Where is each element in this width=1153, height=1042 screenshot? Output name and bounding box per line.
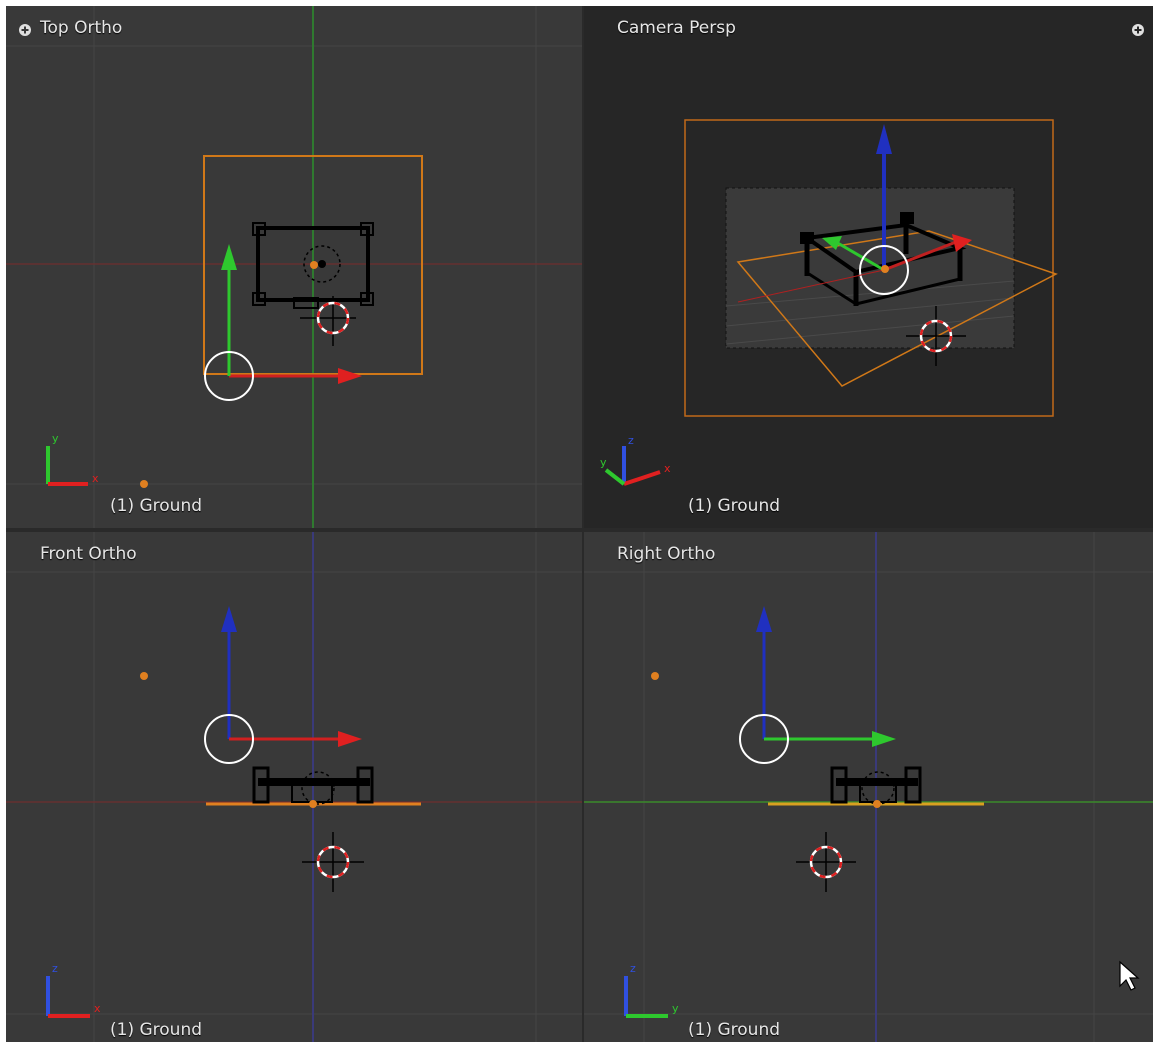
- light-object[interactable]: [140, 672, 148, 680]
- object-origin[interactable]: [310, 261, 318, 269]
- viewport-title: Camera Persp: [617, 18, 736, 38]
- axis-label-x: x: [664, 462, 671, 475]
- viewport-title: Front Ortho: [40, 544, 137, 564]
- axis-label-y: y: [672, 1002, 679, 1015]
- viewport-top-ortho[interactable]: y x Top Ortho (1) Ground: [6, 6, 582, 528]
- axis-label-z: z: [52, 962, 58, 975]
- axis-label-z: z: [628, 434, 634, 447]
- viewport-front-ortho[interactable]: z x Front Ortho (1) Ground: [6, 532, 582, 1042]
- object-origin[interactable]: [881, 265, 889, 273]
- viewport-footer: (1) Ground: [688, 496, 781, 516]
- viewport-canvas[interactable]: z x: [6, 532, 582, 1042]
- viewport-area: y x Top Ortho (1) Ground z y x Camera Pe…: [6, 6, 1153, 1042]
- 3d-cursor-icon[interactable]: [302, 832, 364, 892]
- light-object[interactable]: [140, 480, 148, 488]
- object-origin[interactable]: [309, 800, 317, 808]
- viewport-title: Right Ortho: [617, 544, 716, 564]
- axis-gizmo-icon: z y x: [600, 434, 671, 486]
- axis-gizmo-icon: y x: [46, 432, 99, 486]
- axis-label-y: y: [600, 456, 607, 469]
- axis-label-y: y: [52, 432, 59, 445]
- light-object[interactable]: [651, 672, 659, 680]
- axis-gizmo-icon: z y: [624, 962, 679, 1018]
- viewport-canvas[interactable]: y x: [6, 6, 582, 528]
- viewport-footer: (1) Ground: [110, 496, 203, 516]
- viewport-right-ortho[interactable]: z y Right Ortho (1) Ground: [584, 532, 1153, 1042]
- viewport-camera-persp[interactable]: z y x Camera Persp (1) Ground: [584, 6, 1153, 528]
- viewport-footer: (1) Ground: [110, 1020, 203, 1040]
- viewport-footer: (1) Ground: [688, 1020, 781, 1040]
- viewport-canvas[interactable]: z y x: [584, 6, 1153, 528]
- view-toggle-icon[interactable]: [18, 23, 32, 37]
- view-toggle-icon[interactable]: [1131, 23, 1145, 37]
- axis-label-z: z: [630, 962, 636, 975]
- object-origin[interactable]: [873, 800, 881, 808]
- 3d-cursor-icon[interactable]: [796, 832, 856, 892]
- transform-manipulator[interactable]: [204, 606, 362, 764]
- axis-label-x: x: [94, 1002, 101, 1015]
- cursor-pointer-icon: [1119, 960, 1140, 991]
- axis-gizmo-icon: z x: [46, 962, 101, 1018]
- transform-manipulator[interactable]: [739, 606, 896, 764]
- axis-label-x: x: [92, 472, 99, 485]
- viewport-canvas[interactable]: z y: [584, 532, 1153, 1042]
- viewport-title: Top Ortho: [40, 18, 123, 38]
- transform-manipulator[interactable]: [204, 244, 362, 401]
- 3d-cursor-icon[interactable]: [300, 296, 356, 346]
